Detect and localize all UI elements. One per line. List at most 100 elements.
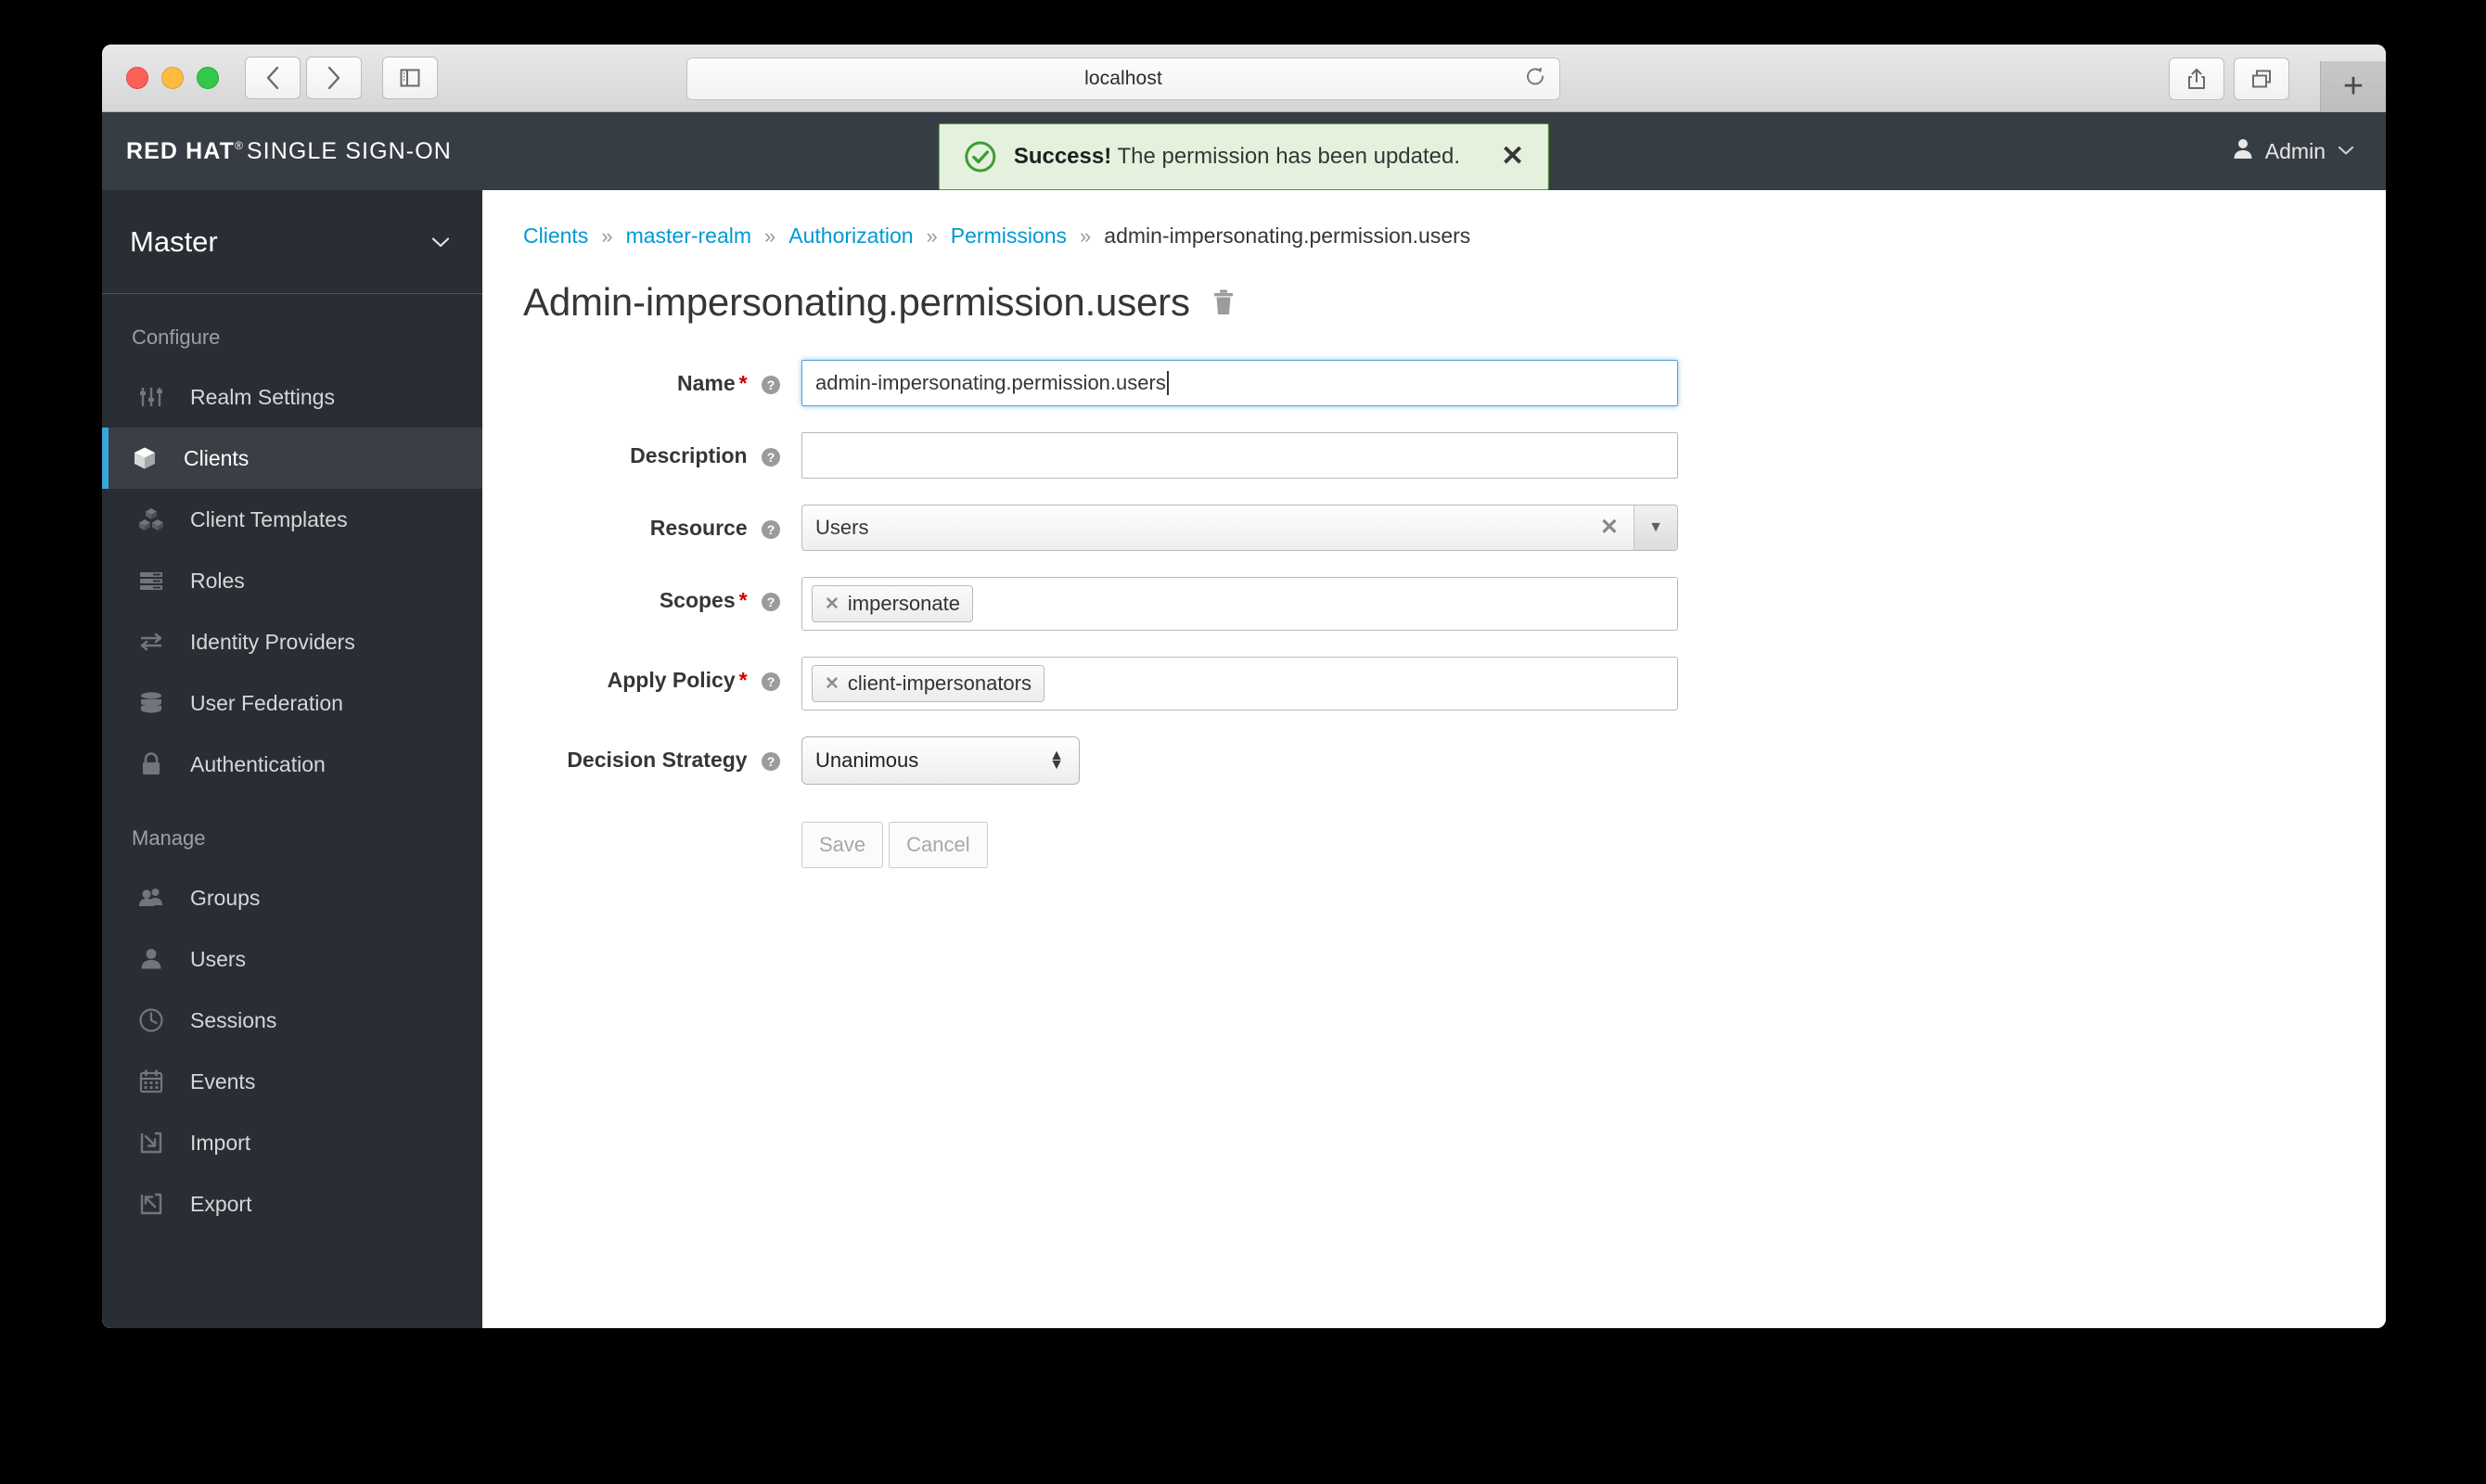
sidebar-item-sessions[interactable]: Sessions (102, 990, 482, 1051)
sidebar-item-roles[interactable]: Roles (102, 550, 482, 611)
resource-select[interactable]: Users ✕ ▼ (801, 505, 1678, 551)
remove-token-icon[interactable]: ✕ (825, 595, 839, 613)
cubes-icon (138, 506, 181, 532)
brand-logo: RED HAT® SINGLE SIGN-ON (126, 138, 452, 165)
sidebar-item-label: Clients (184, 445, 250, 470)
keycloak-admin-console: RED HAT® SINGLE SIGN-ON Success! The perm… (102, 112, 2386, 1328)
form-actions: Save Cancel (801, 822, 2386, 868)
chevron-down-icon[interactable]: ▼ (1634, 505, 1677, 550)
brand-registered-mark: ® (234, 139, 244, 153)
decision-strategy-label-text: Decision Strategy (567, 748, 748, 772)
scopes-token[interactable]: ✕ impersonate (812, 585, 973, 622)
sidebar-item-label: Client Templates (190, 506, 348, 531)
sidebar-item-label: User Federation (190, 690, 343, 715)
stepper-down-icon: ▼ (1049, 757, 1064, 773)
sidebar-item-label: Events (190, 1068, 256, 1094)
apply-policy-token[interactable]: ✕ client-impersonators (812, 665, 1044, 702)
chevron-right-icon (325, 65, 343, 91)
address-bar[interactable]: localhost (686, 58, 1560, 100)
description-input[interactable] (801, 432, 1678, 479)
decision-strategy-value: Unanimous (815, 748, 919, 772)
scopes-control: ✕ impersonate (801, 577, 2386, 631)
export-arrow-icon (138, 1191, 181, 1217)
show-tabs-button[interactable] (2234, 58, 2289, 100)
cancel-button[interactable]: Cancel (889, 822, 988, 868)
browser-titlebar: localhost + (102, 45, 2386, 112)
question-circle-icon[interactable]: ? (761, 519, 781, 540)
app-body: Master Configure Realm Settings Clients … (102, 190, 2386, 1328)
sidebar-item-label: Export (190, 1191, 252, 1216)
nav-section-configure-title: Configure (132, 326, 221, 349)
close-window-button[interactable] (126, 67, 148, 89)
name-input[interactable]: admin-impersonating.permission.users (801, 360, 1678, 406)
minimize-window-button[interactable] (161, 67, 184, 89)
apply-policy-token-field[interactable]: ✕ client-impersonators (801, 657, 1678, 710)
reload-button[interactable] (1524, 66, 1546, 93)
apply-policy-token-label: client-impersonators (847, 672, 1032, 695)
share-button[interactable] (2169, 58, 2224, 100)
name-control: admin-impersonating.permission.users (801, 360, 2386, 406)
resource-label-text: Resource (649, 516, 748, 540)
zoom-window-button[interactable] (197, 67, 219, 89)
sidebar-item-label: Import (190, 1130, 251, 1155)
calendar-icon (138, 1068, 181, 1094)
sidebar-item-events[interactable]: Events (102, 1051, 482, 1112)
svg-text:?: ? (767, 450, 775, 465)
resource-selected-value: Users (815, 516, 869, 539)
svg-text:?: ? (767, 377, 775, 392)
chevron-down-icon (2338, 142, 2354, 160)
required-marker: * (738, 371, 748, 395)
breadcrumb: Clients » master-realm » Authorization »… (482, 190, 2386, 249)
alert-close-button[interactable]: ✕ (1501, 143, 1524, 171)
required-marker: * (738, 668, 748, 692)
new-tab-button[interactable]: + (2320, 61, 2386, 111)
sidebar-item-label: Users (190, 946, 247, 971)
user-menu[interactable]: Admin (2233, 137, 2354, 165)
question-circle-icon[interactable]: ? (761, 672, 781, 692)
back-button[interactable] (245, 57, 301, 99)
name-label-text: Name (677, 371, 736, 395)
sidebar-item-export[interactable]: Export (102, 1173, 482, 1235)
question-circle-icon[interactable]: ? (761, 751, 781, 772)
sidebar-item-import[interactable]: Import (102, 1112, 482, 1173)
sidebar-item-authentication[interactable]: Authentication (102, 734, 482, 795)
scopes-label: Scopes * ? (523, 577, 801, 613)
sidebar-item-user-federation[interactable]: User Federation (102, 672, 482, 734)
question-circle-icon[interactable]: ? (761, 592, 781, 612)
decision-strategy-label: Decision Strategy ? (523, 736, 801, 773)
question-circle-icon[interactable]: ? (761, 375, 781, 395)
alert-strong: Success! (1013, 144, 1112, 169)
clear-icon[interactable]: ✕ (1600, 517, 1634, 539)
breadcrumb-item-permissions[interactable]: Permissions (951, 224, 1067, 249)
sidebar-toggle-icon (399, 67, 421, 89)
breadcrumb-item-master-realm[interactable]: master-realm (626, 224, 751, 249)
sidebar-item-identity-providers[interactable]: Identity Providers (102, 611, 482, 672)
chevron-down-icon (430, 230, 451, 254)
description-label: Description ? (523, 432, 801, 468)
sidebar-item-realm-settings[interactable]: Realm Settings (102, 366, 482, 428)
realm-selector[interactable]: Master (102, 190, 482, 294)
sidebar-item-users[interactable]: Users (102, 928, 482, 990)
screen: localhost + RED HAT® SINGLE SIGN-ON Succ… (0, 0, 2486, 1484)
save-button[interactable]: Save (801, 822, 884, 868)
forward-button[interactable] (306, 57, 362, 99)
question-circle-icon[interactable]: ? (761, 447, 781, 467)
form-row-resource: Resource ? Users ✕ ▼ (523, 505, 2386, 551)
main-content: Clients » master-realm » Authorization »… (482, 190, 2386, 1328)
sidebar-item-label: Groups (190, 885, 261, 910)
decision-strategy-select[interactable]: Unanimous ▲ ▼ (801, 736, 1080, 785)
breadcrumb-separator: » (1080, 224, 1092, 248)
breadcrumb-item-authorization[interactable]: Authorization (788, 224, 913, 249)
name-input-value: admin-impersonating.permission.users (815, 371, 1166, 394)
breadcrumb-item-clients[interactable]: Clients (523, 224, 588, 249)
trash-icon[interactable] (1211, 288, 1237, 316)
decision-strategy-control: Unanimous ▲ ▼ Save Cancel (801, 736, 2386, 868)
share-icon (2186, 68, 2207, 90)
sidebar-item-groups[interactable]: Groups (102, 867, 482, 928)
brand-product: SINGLE SIGN-ON (246, 137, 452, 164)
remove-token-icon[interactable]: ✕ (825, 675, 839, 693)
scopes-token-field[interactable]: ✕ impersonate (801, 577, 1678, 631)
sidebar-item-client-templates[interactable]: Client Templates (102, 489, 482, 550)
sidebar-item-clients[interactable]: Clients (102, 428, 482, 489)
show-sidebar-button[interactable] (382, 57, 438, 99)
